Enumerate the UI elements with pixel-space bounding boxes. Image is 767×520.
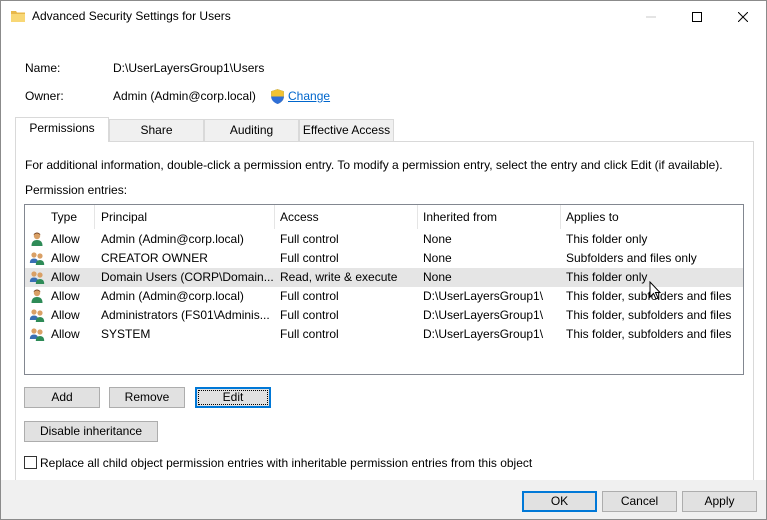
row-access: Full control xyxy=(280,251,339,265)
uac-shield-icon xyxy=(271,89,284,104)
user-icon xyxy=(31,232,43,246)
remove-button[interactable]: Remove xyxy=(109,387,185,408)
column-header-principal[interactable]: Principal xyxy=(97,205,275,229)
row-type: Allow xyxy=(51,308,80,322)
table-row[interactable]: Allow SYSTEM Full control D:\UserLayersG… xyxy=(25,325,743,344)
apply-button[interactable]: Apply xyxy=(682,491,757,512)
row-inherited-from: None xyxy=(423,251,452,265)
row-applies-to: This folder, subfolders and files xyxy=(566,327,732,341)
tab-permissions[interactable]: Permissions xyxy=(15,117,109,142)
group-icon xyxy=(29,328,45,341)
row-applies-to: This folder only xyxy=(566,232,648,246)
row-principal: Domain Users (CORP\Domain... xyxy=(101,270,274,284)
replace-child-permissions-checkbox[interactable] xyxy=(24,456,37,469)
row-type: Allow xyxy=(51,232,80,246)
row-principal: Admin (Admin@corp.local) xyxy=(101,289,244,303)
minimize-icon xyxy=(646,16,656,17)
ok-button[interactable]: OK xyxy=(522,491,597,512)
title-bar[interactable]: Advanced Security Settings for Users xyxy=(1,1,766,32)
name-label: Name: xyxy=(25,61,61,75)
tab-share[interactable]: Share xyxy=(109,119,204,141)
user-icon xyxy=(31,289,43,303)
remove-button-label: Remove xyxy=(124,390,170,404)
name-value: D:\UserLayersGroup1\Users xyxy=(113,61,265,75)
table-row[interactable]: Allow Admin (Admin@corp.local) Full cont… xyxy=(25,287,743,306)
row-applies-to: Subfolders and files only xyxy=(566,251,697,265)
minimize-button[interactable] xyxy=(628,1,674,32)
tab-auditing[interactable]: Auditing xyxy=(204,119,299,141)
row-principal: Admin (Admin@corp.local) xyxy=(101,232,244,246)
table-row[interactable]: Allow Admin (Admin@corp.local) Full cont… xyxy=(25,230,743,249)
row-access: Full control xyxy=(280,327,339,341)
close-icon xyxy=(738,11,748,22)
table-row[interactable]: Allow CREATOR OWNER Full control None Su… xyxy=(25,249,743,268)
row-inherited-from: D:\UserLayersGroup1\ xyxy=(423,289,544,303)
row-inherited-from: D:\UserLayersGroup1\ xyxy=(423,327,544,341)
maximize-icon xyxy=(692,11,702,22)
group-icon xyxy=(29,252,45,265)
cancel-button-label: Cancel xyxy=(620,494,659,508)
column-header-type[interactable]: Type xyxy=(47,205,95,229)
permission-entries-list[interactable]: Type Principal Access Inherited from App… xyxy=(24,204,744,375)
column-header-inherited-from[interactable]: Inherited from xyxy=(419,205,561,229)
replace-child-permissions-label[interactable]: Replace all child object permission entr… xyxy=(40,456,532,470)
row-type: Allow xyxy=(51,327,80,341)
row-principal: SYSTEM xyxy=(101,327,151,341)
cancel-button[interactable]: Cancel xyxy=(602,491,677,512)
row-type: Allow xyxy=(51,289,80,303)
owner-label: Owner: xyxy=(25,89,64,103)
disable-inheritance-button[interactable]: Disable inheritance xyxy=(24,421,158,442)
row-access: Read, write & execute xyxy=(280,270,398,284)
row-type: Allow xyxy=(51,251,80,265)
edit-button[interactable]: Edit xyxy=(195,387,271,408)
info-text: For additional information, double-click… xyxy=(25,158,723,172)
row-principal: Administrators (FS01\Adminis... xyxy=(101,308,270,322)
disable-inheritance-label: Disable inheritance xyxy=(39,424,143,438)
apply-button-label: Apply xyxy=(704,494,735,508)
add-button[interactable]: Add xyxy=(24,387,100,408)
row-inherited-from: None xyxy=(423,232,452,246)
list-header: Type Principal Access Inherited from App… xyxy=(25,205,743,229)
close-button[interactable] xyxy=(720,1,766,32)
owner-value: Admin (Admin@corp.local) xyxy=(113,89,256,103)
row-type: Allow xyxy=(51,270,80,284)
tab-effective-access[interactable]: Effective Access xyxy=(299,119,394,141)
row-access: Full control xyxy=(280,232,339,246)
permission-entries-label: Permission entries: xyxy=(25,183,128,197)
column-header-access[interactable]: Access xyxy=(276,205,418,229)
table-row[interactable]: Allow Domain Users (CORP\Domain... Read,… xyxy=(25,268,743,287)
column-header-applies-to[interactable]: Applies to xyxy=(562,205,743,229)
add-button-label: Add xyxy=(51,390,73,404)
ok-button-label: OK xyxy=(550,494,569,508)
security-settings-window: Advanced Security Settings for Users Nam… xyxy=(0,0,767,520)
row-principal: CREATOR OWNER xyxy=(101,251,208,265)
row-inherited-from: None xyxy=(423,270,452,284)
table-row[interactable]: Allow Administrators (FS01\Adminis... Fu… xyxy=(25,306,743,325)
change-owner-link[interactable]: Change xyxy=(288,89,330,103)
group-icon xyxy=(29,309,45,322)
row-applies-to: This folder, subfolders and files xyxy=(566,308,732,322)
window-title: Advanced Security Settings for Users xyxy=(32,9,231,23)
mouse-pointer-icon xyxy=(649,281,662,300)
row-inherited-from: D:\UserLayersGroup1\ xyxy=(423,308,544,322)
folder-icon xyxy=(11,11,25,22)
maximize-button[interactable] xyxy=(674,1,720,32)
row-access: Full control xyxy=(280,289,339,303)
group-icon xyxy=(29,271,45,284)
row-access: Full control xyxy=(280,308,339,322)
